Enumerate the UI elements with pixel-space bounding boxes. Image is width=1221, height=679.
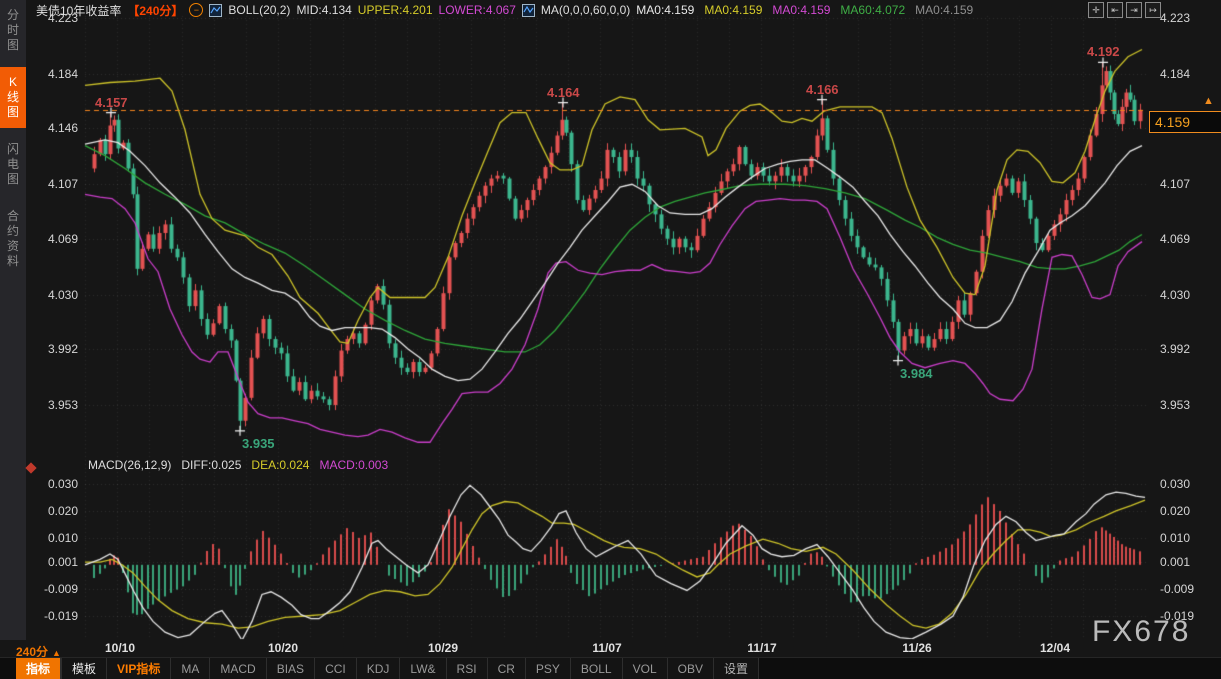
pan-icon[interactable]: ✛ — [1088, 2, 1104, 18]
macd-settings-label: MACD(26,12,9) — [88, 458, 171, 472]
macd-macd-value: MACD:0.003 — [319, 458, 388, 472]
axis-tick-label: 4.069 — [30, 232, 78, 246]
axis-tick-label: -0.019 — [1160, 609, 1194, 623]
boll-upper-value: UPPER:4.201 — [358, 3, 433, 17]
annotation-high-label: 4.164 — [547, 85, 580, 100]
toolbar-item-MACD[interactable]: MACD — [210, 658, 266, 679]
axis-tick-label: 4.223 — [1160, 11, 1190, 25]
last-price-box: 4.159 — [1149, 111, 1221, 133]
axis-tick-label: 0.010 — [30, 531, 78, 545]
header-icon-buttons: ✛⇤⇥↦ — [1088, 2, 1161, 18]
toolbar-item-CCI[interactable]: CCI — [315, 658, 357, 679]
annotation-high-label: 4.192 — [1087, 44, 1120, 59]
toolbar-item-模板[interactable]: 模板 — [61, 658, 107, 679]
last-price-value: 4.159 — [1155, 114, 1190, 130]
chart-header: 美债10年收益率 【240分】 − BOLL(20,2) MID:4.134 U… — [36, 2, 983, 18]
ma-value: MA0:4.159 — [772, 3, 830, 17]
axis-tick-label: 3.953 — [1160, 398, 1190, 412]
axis-tick-label: 0.001 — [1160, 555, 1190, 569]
y-axis-left: 4.2234.1844.1464.1074.0694.0303.9923.953… — [30, 0, 80, 660]
axis-tick-label: -0.019 — [30, 609, 78, 623]
annotation-low-label: 3.984 — [900, 366, 933, 381]
sidebar-item-合约资料[interactable]: 合 约 资 料 — [0, 201, 26, 277]
x-axis-date-label: 10/20 — [268, 641, 298, 655]
toolbar-item-VOL[interactable]: VOL — [623, 658, 668, 679]
axis-tick-label: 0.001 — [30, 555, 78, 569]
sidebar-item-分时图[interactable]: 分 时 图 — [0, 0, 26, 61]
axis-tick-label: 0.030 — [30, 477, 78, 491]
sidebar-item-K线图[interactable]: K 线 图 — [0, 67, 26, 128]
annotation-high-label: 4.157 — [95, 95, 128, 110]
x-axis-date-label: 11/17 — [747, 641, 776, 655]
axis-tick-label: 4.184 — [1160, 67, 1190, 81]
price-up-arrow-icon: ▲ — [1203, 95, 1214, 107]
ma-value: MA60:4.072 — [840, 3, 905, 17]
annotation-high-label: 4.166 — [806, 82, 839, 97]
axis-tick-label: 4.069 — [1160, 232, 1190, 246]
ma-value: MA0:4.159 — [915, 3, 973, 17]
axis-tick-label: 3.992 — [30, 342, 78, 356]
axis-tick-label: 0.020 — [30, 504, 78, 518]
x-axis-date-label: 11/26 — [902, 641, 931, 655]
axis-tick-label: 4.146 — [30, 121, 78, 135]
toolbar-item-BOLL[interactable]: BOLL — [571, 658, 623, 679]
axis-tick-label: 0.010 — [1160, 531, 1190, 545]
x-axis-dates: 10/10 10/20 10/29 11/07 11/17 11/26 12/04 — [0, 641, 1221, 657]
sidebar: 分 时 图 K 线 图闪 电 图合 约 资 料 — [0, 0, 26, 640]
ma-settings-label: MA(0,0,0,60,0,0) — [541, 3, 630, 17]
x-axis-date-label: 10/10 — [105, 641, 135, 655]
axis-tick-label: 0.030 — [1160, 477, 1190, 491]
axis-tick-label: 4.030 — [1160, 288, 1190, 302]
boll-mid-value: MID:4.134 — [296, 3, 351, 17]
toolbar-item-MA[interactable]: MA — [171, 658, 210, 679]
sidebar-item-闪电图[interactable]: 闪 电 图 — [0, 134, 26, 195]
toolbar-item-OBV[interactable]: OBV — [668, 658, 714, 679]
ma-value: MA0:4.159 — [704, 3, 762, 17]
toolbar-item-RSI[interactable]: RSI — [447, 658, 488, 679]
bottom-toolbar: 指标模板VIP指标MAMACDBIASCCIKDJLW&RSICRPSYBOLL… — [0, 657, 1221, 679]
axis-tick-label: 3.992 — [1160, 342, 1190, 356]
boll-indicator-icon[interactable] — [209, 4, 222, 17]
axis-tick-label: 4.184 — [30, 67, 78, 81]
boll-lower-value: LOWER:4.067 — [439, 3, 516, 17]
toolbar-item-CR[interactable]: CR — [488, 658, 526, 679]
scale-left-icon[interactable]: ⇤ — [1107, 2, 1123, 18]
ma-values: MA0:4.159 MA0:4.159 MA0:4.159 MA60:4.072 MA0… — [636, 3, 983, 17]
scale-right-icon[interactable]: ⇥ — [1126, 2, 1142, 18]
ma-value: MA0:4.159 — [636, 3, 694, 17]
axis-tick-label: -0.009 — [30, 582, 78, 596]
toolbar-item-LW&[interactable]: LW& — [400, 658, 446, 679]
boll-settings-label: BOLL(20,2) — [228, 3, 290, 17]
chart-period-label: 【240分】 — [127, 2, 183, 19]
toolbar-item-VIP指标[interactable]: VIP指标 — [107, 658, 171, 679]
axis-tick-label: -0.009 — [1160, 582, 1194, 596]
toolbar-item-KDJ[interactable]: KDJ — [357, 658, 401, 679]
ma-indicator-icon[interactable] — [522, 4, 535, 17]
x-axis-date-label: 10/29 — [428, 641, 458, 655]
macd-dea-value: DEA:0.024 — [251, 458, 309, 472]
axis-tick-label: 4.107 — [30, 177, 78, 191]
app-window: 分 时 图 K 线 图闪 电 图合 约 资 料 美债10年收益率 【240分】 −… — [0, 0, 1221, 679]
pane-expand-icon[interactable]: ↦ — [1145, 2, 1161, 18]
axis-tick-label: 4.107 — [1160, 177, 1190, 191]
toolbar-item-设置[interactable]: 设置 — [714, 658, 759, 679]
toolbar-item-PSY[interactable]: PSY — [526, 658, 571, 679]
axis-tick-label: 0.020 — [1160, 504, 1190, 518]
toolbar-item-BIAS[interactable]: BIAS — [267, 658, 315, 679]
annotation-low-label: 3.935 — [242, 436, 275, 451]
x-axis-date-label: 12/04 — [1040, 641, 1070, 655]
macd-header: MACD(26,12,9) DIFF:0.025 DEA:0.024 MACD:… — [88, 458, 388, 472]
axis-tick-label: 3.953 — [30, 398, 78, 412]
axis-tick-label: 4.030 — [30, 288, 78, 302]
chart-title: 美债10年收益率 — [36, 2, 121, 19]
x-axis-date-label: 11/07 — [592, 641, 621, 655]
macd-diff-value: DIFF:0.025 — [181, 458, 241, 472]
toolbar-item-指标[interactable]: 指标 — [16, 658, 61, 679]
chart-canvas[interactable] — [0, 0, 1221, 679]
collapse-icon[interactable]: − — [189, 3, 203, 17]
